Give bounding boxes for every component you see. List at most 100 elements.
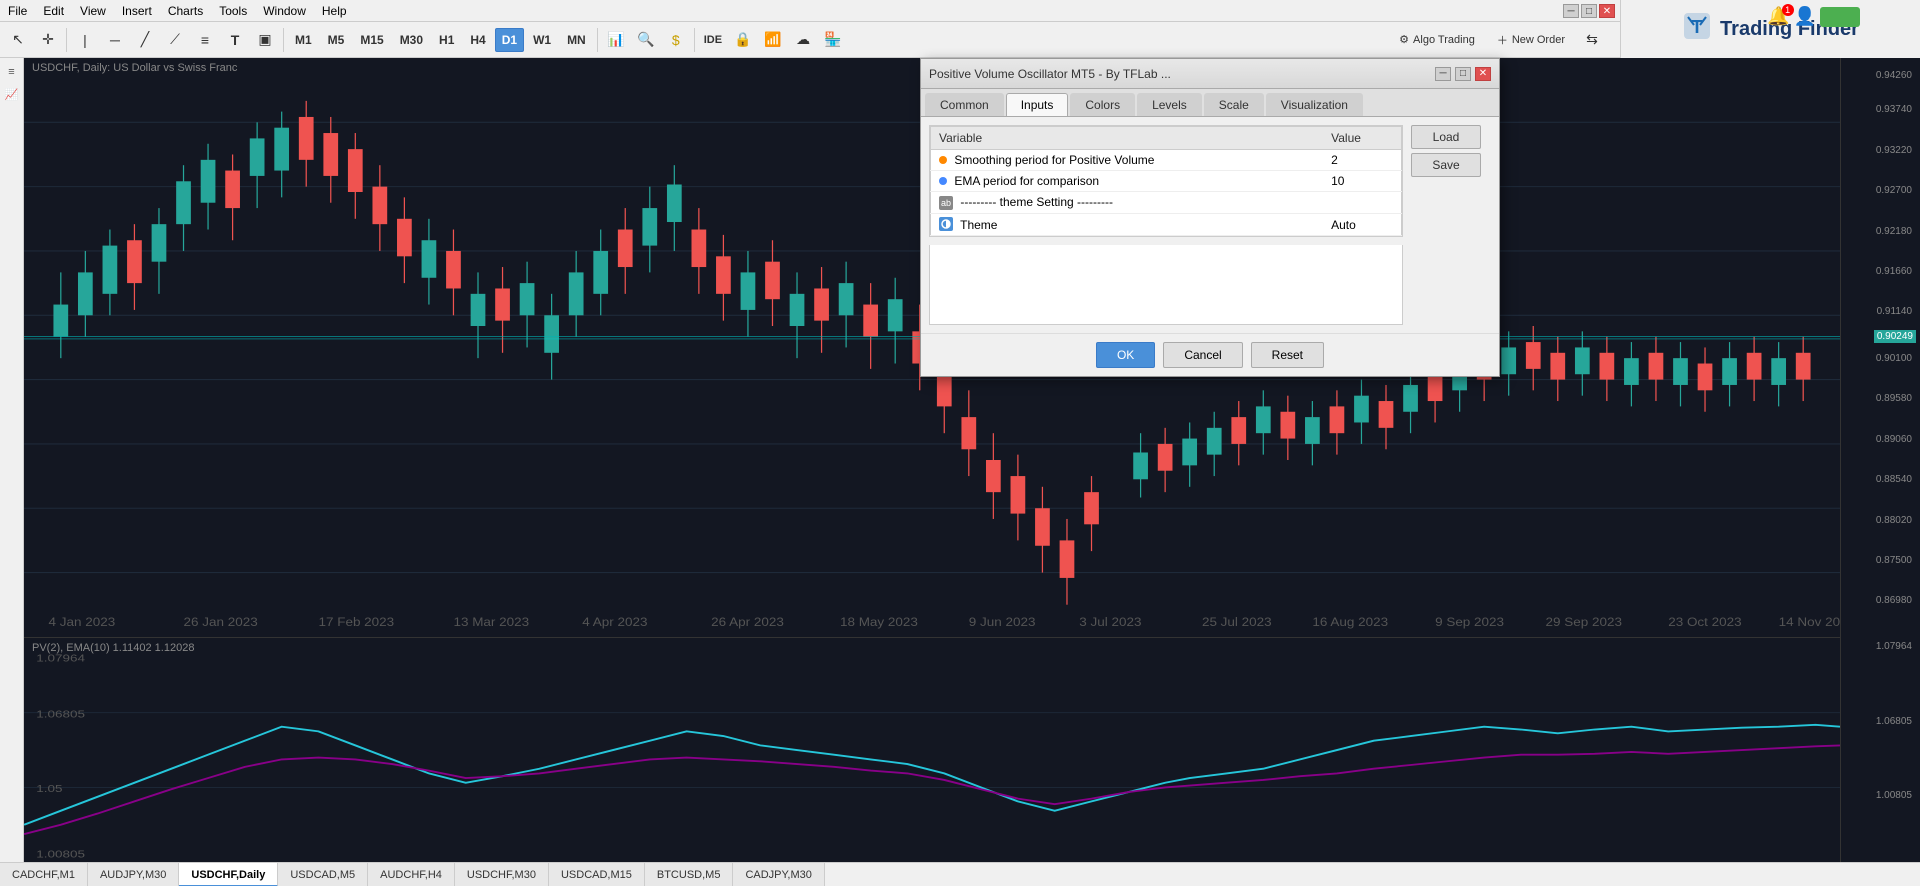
table-row[interactable]: Smoothing period for Positive Volume 2 <box>931 150 1402 171</box>
crosshair-tool-btn[interactable]: ✛ <box>34 26 62 54</box>
table-row: ab --------- theme Setting --------- <box>931 192 1402 214</box>
tab-common[interactable]: Common <box>925 93 1004 116</box>
new-order-btn[interactable]: ＋ New Order <box>1488 26 1574 54</box>
tab-audchf-h4[interactable]: AUDCHF,H4 <box>368 863 455 886</box>
cancel-btn[interactable]: Cancel <box>1163 342 1242 368</box>
chart-label: USDCHF, Daily: US Dollar vs Swiss Franc <box>32 62 237 74</box>
lock-btn[interactable]: 🔒 <box>729 26 757 54</box>
line-tool-btn[interactable]: | <box>71 26 99 54</box>
table-row[interactable]: EMA period for comparison 10 <box>931 171 1402 192</box>
tab-cadchf-m1[interactable]: CADCHF,M1 <box>0 863 88 886</box>
tf-m30-btn[interactable]: M30 <box>393 28 430 52</box>
indicator-label: PV(2), EMA(10) 1.11402 1.12028 <box>32 642 194 654</box>
tf-w1-btn[interactable]: W1 <box>526 28 558 52</box>
algo-trading-btn[interactable]: ⚙ Algo Trading <box>1390 26 1484 54</box>
price-0.88540: 0.88540 <box>1876 474 1912 485</box>
left-tool-2[interactable]: 📈 <box>2 84 22 104</box>
tab-inputs[interactable]: Inputs <box>1006 93 1069 116</box>
tab-levels[interactable]: Levels <box>1137 93 1202 116</box>
tf-m5-btn[interactable]: M5 <box>321 28 352 52</box>
dialog-close-btn[interactable]: ✕ <box>1475 67 1491 81</box>
menu-charts[interactable]: Charts <box>168 4 203 18</box>
menu-file[interactable]: File <box>8 4 27 18</box>
menu-edit[interactable]: Edit <box>43 4 64 18</box>
tf-h4-btn[interactable]: H4 <box>463 28 492 52</box>
ide-btn[interactable]: IDE <box>699 26 727 54</box>
menu-view[interactable]: View <box>80 4 106 18</box>
shape-tool-btn[interactable]: ▣ <box>251 26 279 54</box>
text-tool-btn[interactable]: T <box>221 26 249 54</box>
dialog-table-area: Variable Value Smoothing period for Posi… <box>929 125 1403 325</box>
var-1-value[interactable]: 2 <box>1323 150 1401 171</box>
tab-usdcad-m15[interactable]: USDCAD,M15 <box>549 863 645 886</box>
indicator-panel[interactable]: PV(2), EMA(10) 1.11402 1.12028 1.07964 1… <box>24 637 1840 862</box>
cursor-tool-btn[interactable]: ↖ <box>4 26 32 54</box>
channel-tool-btn[interactable]: ⟋ <box>161 26 189 54</box>
menu-tools[interactable]: Tools <box>219 4 247 18</box>
svg-text:26 Apr 2023: 26 Apr 2023 <box>711 616 784 629</box>
left-tool-1[interactable]: ≡ <box>2 62 22 82</box>
gold-btn[interactable]: $ <box>662 26 690 54</box>
menu-window[interactable]: Window <box>263 4 306 18</box>
toolbar-separator-2 <box>283 28 284 52</box>
ok-btn[interactable]: OK <box>1096 342 1155 368</box>
tab-usdchf-m30[interactable]: USDCHF,M30 <box>455 863 549 886</box>
chart-type-btn[interactable]: 📊 <box>602 26 630 54</box>
tf-m15-btn[interactable]: M15 <box>353 28 390 52</box>
save-btn[interactable]: Save <box>1411 153 1481 177</box>
svg-text:4 Apr 2023: 4 Apr 2023 <box>582 616 647 629</box>
hline-tool-btn[interactable]: ─ <box>101 26 129 54</box>
menu-insert[interactable]: Insert <box>122 4 152 18</box>
load-btn[interactable]: Load <box>1411 125 1481 149</box>
cloud-btn[interactable]: ☁ <box>789 26 817 54</box>
svg-text:23 Oct 2023: 23 Oct 2023 <box>1668 616 1741 629</box>
fib-tool-btn[interactable]: ≡ <box>191 26 219 54</box>
trend-tool-btn[interactable]: ╱ <box>131 26 159 54</box>
dialog-maximize-btn[interactable]: □ <box>1455 67 1471 81</box>
dialog-title: Positive Volume Oscillator MT5 - By TFLa… <box>929 67 1171 81</box>
var-2-label: EMA period for comparison <box>954 174 1099 188</box>
tab-colors[interactable]: Colors <box>1070 93 1135 116</box>
tab-audjpy-m30[interactable]: AUDJPY,M30 <box>88 863 179 886</box>
ind-price-2: 1.06805 <box>1876 716 1912 727</box>
tab-scale[interactable]: Scale <box>1204 93 1264 116</box>
var-2-value[interactable]: 10 <box>1323 171 1401 192</box>
signal-btn[interactable]: 📶 <box>759 26 787 54</box>
tab-usdcad-m5[interactable]: USDCAD,M5 <box>278 863 368 886</box>
table-row[interactable]: Theme Auto <box>931 214 1402 236</box>
var-4-label: Theme <box>960 218 997 232</box>
reset-btn[interactable]: Reset <box>1251 342 1324 368</box>
close-app-btn[interactable]: ✕ <box>1599 4 1615 18</box>
svg-text:14 Nov 2023: 14 Nov 2023 <box>1779 616 1840 629</box>
logo-icon: T <box>1682 11 1712 48</box>
minimize-app-btn[interactable]: ─ <box>1563 4 1579 18</box>
tab-btcusd-m5[interactable]: BTCUSD,M5 <box>645 863 734 886</box>
col-value: Value <box>1323 127 1401 150</box>
plus-icon: ＋ <box>1497 32 1508 48</box>
params-table-scroll[interactable]: Variable Value Smoothing period for Posi… <box>929 125 1403 237</box>
algo-icon: ⚙ <box>1399 33 1409 46</box>
price-0.93740: 0.93740 <box>1876 104 1912 115</box>
dialog: Positive Volume Oscillator MT5 - By TFLa… <box>920 58 1500 377</box>
market-btn[interactable]: 🏪 <box>819 26 847 54</box>
menu-help[interactable]: Help <box>322 4 347 18</box>
tf-d1-btn[interactable]: D1 <box>495 28 524 52</box>
maximize-app-btn[interactable]: □ <box>1581 4 1597 18</box>
dialog-minimize-btn[interactable]: ─ <box>1435 67 1451 81</box>
svg-text:13 Mar 2023: 13 Mar 2023 <box>453 616 529 629</box>
var-4-value[interactable]: Auto <box>1323 214 1401 236</box>
tab-cadjpy-m30[interactable]: CADJPY,M30 <box>733 863 824 886</box>
tf-m1-btn[interactable]: M1 <box>288 28 319 52</box>
tf-h1-btn[interactable]: H1 <box>432 28 461 52</box>
tab-usdchf-daily[interactable]: USDCHF,Daily <box>179 863 278 886</box>
svg-text:4 Jan 2023: 4 Jan 2023 <box>49 616 116 629</box>
svg-text:1.05: 1.05 <box>36 783 63 795</box>
price-0.92180: 0.92180 <box>1876 226 1912 237</box>
svg-text:9 Jun 2023: 9 Jun 2023 <box>969 616 1036 629</box>
svg-text:25 Jul 2023: 25 Jul 2023 <box>1202 616 1272 629</box>
toolbar-separator-3 <box>597 28 598 52</box>
arrows-btn[interactable]: ⇆ <box>1578 26 1606 54</box>
zoom-btn[interactable]: 🔍 <box>632 26 660 54</box>
tf-mn-btn[interactable]: MN <box>560 28 593 52</box>
tab-visualization[interactable]: Visualization <box>1266 93 1363 116</box>
